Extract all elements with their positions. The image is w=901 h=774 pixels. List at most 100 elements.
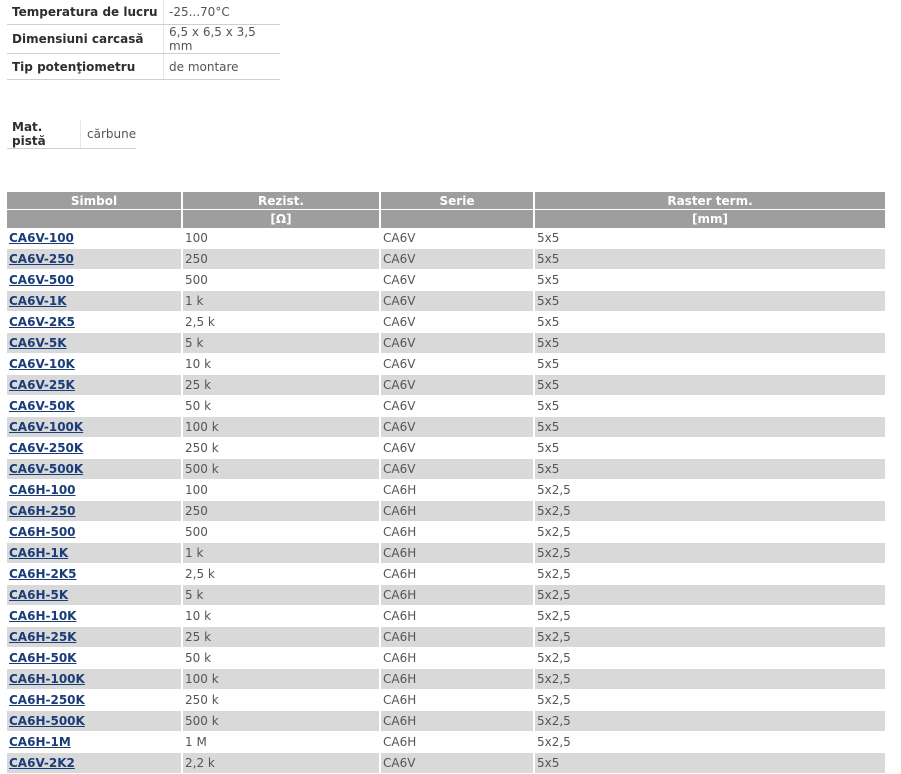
- raster-cell: 5x2,5: [533, 605, 885, 627]
- resistance-cell: 250 k: [181, 437, 380, 459]
- table-row: CA6H-250 250 CA6H 5x2,5: [7, 500, 885, 522]
- products-table: Simbol Rezist. Serie Raster term. [Ω] [m…: [7, 192, 885, 774]
- product-link[interactable]: CA6H-100: [9, 483, 76, 497]
- raster-cell: 5x5: [533, 353, 885, 375]
- product-link[interactable]: CA6V-250K: [9, 441, 83, 455]
- series-cell: CA6H: [379, 710, 534, 732]
- header-row: Simbol Rezist. Serie Raster term.: [7, 192, 885, 210]
- resistance-cell: 2,2 k: [181, 752, 380, 774]
- series-cell: CA6H: [379, 521, 534, 543]
- resistance-cell: 250: [181, 248, 380, 270]
- raster-cell: 5x2,5: [533, 584, 885, 606]
- material-label: Mat. pistă: [7, 120, 81, 149]
- specs-table: Temperatura de lucru -25...70°C Dimensiu…: [7, 0, 280, 80]
- symbol-cell: CA6H-250: [7, 500, 182, 522]
- series-cell: CA6H: [379, 668, 534, 690]
- spec-value: 6,5 x 6,5 x 3,5 mm: [163, 24, 280, 54]
- table-row: CA6V-250K 250 k CA6V 5x5: [7, 437, 885, 459]
- raster-cell: 5x5: [533, 269, 885, 291]
- product-link[interactable]: CA6V-5K: [9, 336, 67, 350]
- product-link[interactable]: CA6H-5K: [9, 588, 68, 602]
- table-row: CA6H-100K 100 k CA6H 5x2,5: [7, 668, 885, 690]
- product-link[interactable]: CA6V-2K5: [9, 315, 75, 329]
- product-link[interactable]: CA6H-500: [9, 525, 76, 539]
- product-link[interactable]: CA6V-25K: [9, 378, 75, 392]
- series-cell: CA6H: [379, 542, 534, 564]
- product-link[interactable]: CA6V-100: [9, 231, 74, 245]
- product-link[interactable]: CA6H-25K: [9, 630, 76, 644]
- table-row: CA6V-100 100 CA6V 5x5: [7, 228, 885, 249]
- resistance-cell: 10 k: [181, 353, 380, 375]
- symbol-cell: CA6H-10K: [7, 605, 182, 627]
- table-row: CA6H-10K 10 k CA6H 5x2,5: [7, 605, 885, 627]
- table-row: CA6H-1K 1 k CA6H 5x2,5: [7, 542, 885, 564]
- symbol-cell: CA6H-1K: [7, 542, 182, 564]
- series-cell: CA6V: [379, 228, 534, 249]
- resistance-cell: 25 k: [181, 626, 380, 648]
- symbol-cell: CA6H-100: [7, 479, 182, 501]
- symbol-cell: CA6V-100K: [7, 416, 182, 438]
- series-cell: CA6V: [379, 752, 534, 774]
- resistance-cell: 500: [181, 521, 380, 543]
- symbol-cell: CA6V-25K: [7, 374, 182, 396]
- product-link[interactable]: CA6H-1M: [9, 735, 71, 749]
- unit-header: [Ω]: [181, 209, 380, 228]
- product-link[interactable]: CA6H-500K: [9, 714, 85, 728]
- product-link[interactable]: CA6H-1K: [9, 546, 68, 560]
- spec-label: Dimensiuni carcasă: [7, 24, 164, 54]
- raster-cell: 5x2,5: [533, 731, 885, 753]
- raster-cell: 5x5: [533, 395, 885, 417]
- resistance-cell: 10 k: [181, 605, 380, 627]
- unit-header: [mm]: [533, 209, 885, 228]
- spec-row: Temperatura de lucru -25...70°C: [7, 0, 280, 25]
- symbol-cell: CA6V-2K2: [7, 752, 182, 774]
- symbol-cell: CA6V-250K: [7, 437, 182, 459]
- product-link[interactable]: CA6V-100K: [9, 420, 83, 434]
- series-cell: CA6H: [379, 563, 534, 585]
- series-cell: CA6V: [379, 269, 534, 291]
- product-link[interactable]: CA6H-10K: [9, 609, 76, 623]
- resistance-cell: 50 k: [181, 395, 380, 417]
- product-link[interactable]: CA6H-250K: [9, 693, 85, 707]
- product-link[interactable]: CA6V-1K: [9, 294, 67, 308]
- series-cell: CA6H: [379, 500, 534, 522]
- series-cell: CA6V: [379, 437, 534, 459]
- unit-header: [379, 209, 534, 228]
- product-link[interactable]: CA6H-100K: [9, 672, 85, 686]
- symbol-cell: CA6H-100K: [7, 668, 182, 690]
- series-cell: CA6H: [379, 584, 534, 606]
- product-link[interactable]: CA6V-50K: [9, 399, 75, 413]
- resistance-cell: 100: [181, 228, 380, 249]
- symbol-cell: CA6V-100: [7, 228, 182, 249]
- series-cell: CA6V: [379, 353, 534, 375]
- product-link[interactable]: CA6V-250: [9, 252, 74, 266]
- series-cell: CA6V: [379, 416, 534, 438]
- table-row: CA6V-5K 5 k CA6V 5x5: [7, 332, 885, 354]
- product-link[interactable]: CA6H-2K5: [9, 567, 76, 581]
- raster-cell: 5x5: [533, 228, 885, 249]
- units-row: [Ω] [mm]: [7, 209, 885, 228]
- table-row: CA6H-50K 50 k CA6H 5x2,5: [7, 647, 885, 669]
- series-cell: CA6V: [379, 248, 534, 270]
- raster-cell: 5x5: [533, 374, 885, 396]
- table-row: CA6V-2K2 2,2 k CA6V 5x5: [7, 752, 885, 774]
- table-row: CA6H-500K 500 k CA6H 5x2,5: [7, 710, 885, 732]
- raster-cell: 5x5: [533, 752, 885, 774]
- product-link[interactable]: CA6H-50K: [9, 651, 76, 665]
- resistance-cell: 500: [181, 269, 380, 291]
- product-link[interactable]: CA6V-500K: [9, 462, 83, 476]
- symbol-cell: CA6H-5K: [7, 584, 182, 606]
- material-value: cărbune: [80, 120, 137, 149]
- series-cell: CA6H: [379, 626, 534, 648]
- raster-cell: 5x5: [533, 290, 885, 312]
- product-link[interactable]: CA6V-500: [9, 273, 74, 287]
- product-link[interactable]: CA6V-10K: [9, 357, 75, 371]
- table-row: CA6V-1K 1 k CA6V 5x5: [7, 290, 885, 312]
- resistance-cell: 250: [181, 500, 380, 522]
- table-row: CA6V-10K 10 k CA6V 5x5: [7, 353, 885, 375]
- product-link[interactable]: CA6V-2K2: [9, 756, 75, 770]
- raster-cell: 5x2,5: [533, 479, 885, 501]
- product-link[interactable]: CA6H-250: [9, 504, 76, 518]
- table-row: CA6V-50K 50 k CA6V 5x5: [7, 395, 885, 417]
- raster-cell: 5x2,5: [533, 626, 885, 648]
